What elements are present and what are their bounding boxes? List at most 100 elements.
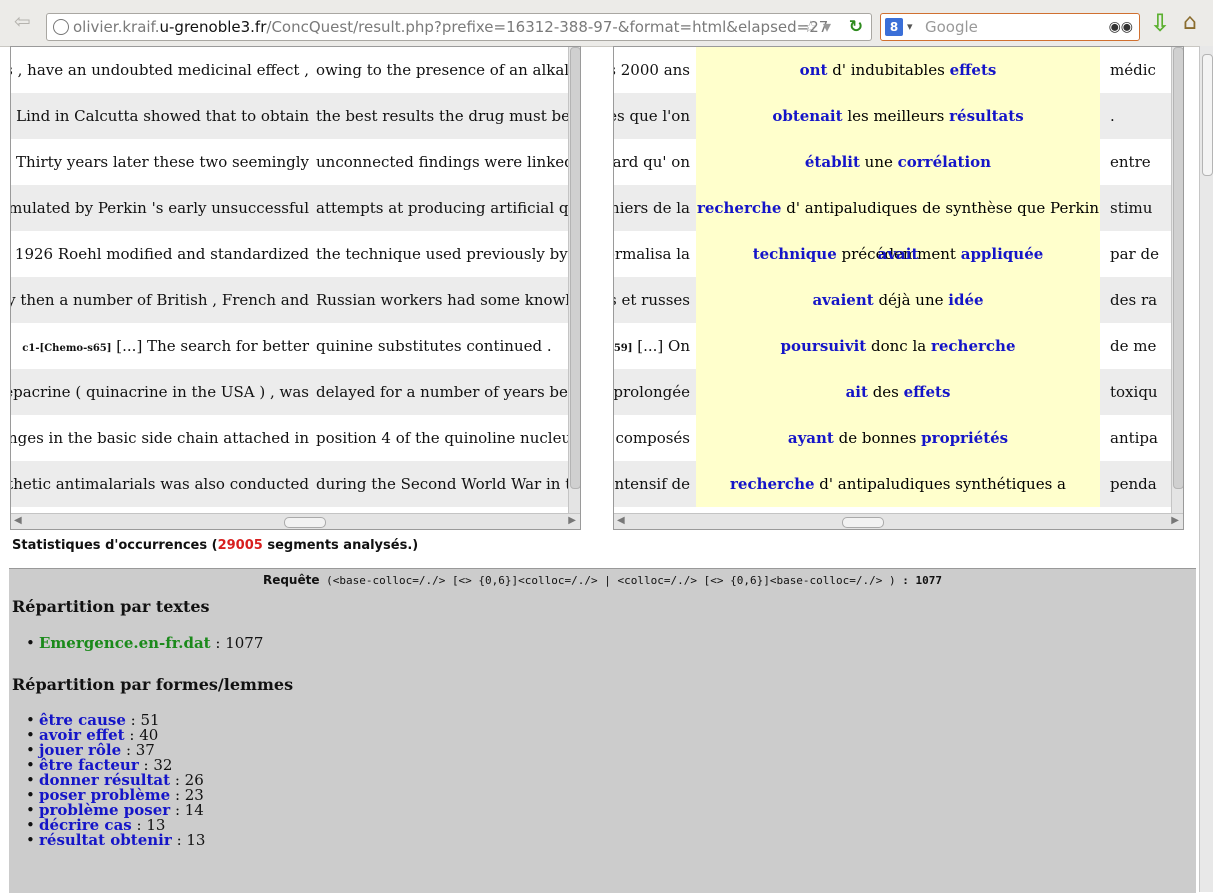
reload-icon[interactable]: ↻ xyxy=(849,14,863,40)
right-context: penda xyxy=(1110,475,1157,493)
page-scroll-thumb[interactable] xyxy=(1202,54,1213,176)
site-identity-icon[interactable] xyxy=(53,19,69,35)
left-context-text: d in 1926 Roehl modified and standardize… xyxy=(10,245,309,263)
segment-ref-link[interactable]: c1-[Chemo-s65] xyxy=(22,343,111,354)
scroll-right-arrow-icon[interactable]: ▶ xyxy=(568,515,576,526)
source-concordance-pane[interactable]: synthetic antimalarials was also conduct… xyxy=(10,46,581,530)
left-context: es que l'on xyxy=(614,93,690,139)
collocation-keyword[interactable]: technique xyxy=(753,245,837,263)
collocation-keyword[interactable]: effets xyxy=(904,383,951,401)
url-bar[interactable]: olivier.kraif.u-grenoble3.fr/ConcQuest/r… xyxy=(46,13,872,41)
collocation-keyword[interactable]: poursuivit xyxy=(781,337,867,355)
left-context: composés xyxy=(614,415,690,461)
search-bar[interactable]: 8 ▾ Google ◉◉ xyxy=(880,13,1140,41)
collocation-keyword[interactable]: ont xyxy=(800,61,828,79)
collocation-keyword[interactable]: propriétés xyxy=(921,429,1008,447)
left-context-text: s stimulated by Perkin 's early unsucces… xyxy=(10,199,309,217)
right-pane-vertical-thumb[interactable] xyxy=(1173,47,1183,489)
binoculars-icon[interactable]: ◉◉ xyxy=(1109,14,1133,40)
left-context: s 2000 ans xyxy=(614,47,690,93)
right-context: toxiqu xyxy=(1110,383,1158,401)
bookmark-star-icon[interactable]: ☆ ▾ xyxy=(804,14,831,40)
right-context: stimu xyxy=(1110,199,1153,217)
collocation-keyword[interactable]: ait xyxy=(846,383,868,401)
stats-title: Statistiques d'occurrences (29005 segmen… xyxy=(12,538,419,553)
collocation-keyword[interactable]: obtenait xyxy=(772,107,842,125)
collocation-keyword[interactable]: avaient xyxy=(812,291,873,309)
form-link[interactable]: résultat obtenir xyxy=(39,831,172,849)
engine-dropdown-icon[interactable]: ▾ xyxy=(907,14,913,40)
right-context: des ra xyxy=(1110,291,1158,309)
segment-ref-link[interactable]: 59] xyxy=(614,343,632,354)
collocation-keyword[interactable]: idée xyxy=(948,291,983,309)
left-context: years , have an undoubted medicinal effe… xyxy=(11,47,309,93)
scroll-left-arrow-icon[interactable]: ◀ xyxy=(617,515,625,526)
left-context: is et russes xyxy=(614,277,690,323)
scroll-right-arrow-icon[interactable]: ▶ xyxy=(1171,515,1179,526)
left-context-wrap: es que l'on xyxy=(614,93,690,139)
back-arrow-icon[interactable]: ⇦ xyxy=(14,10,36,32)
left-context-wrap: 59] [...] On xyxy=(614,323,690,372)
right-pane-vertical-scrollbar[interactable] xyxy=(1171,47,1183,513)
match-cell: poursuivit donc la recherche xyxy=(696,323,1100,369)
right-context: par de xyxy=(1110,245,1159,263)
concordance-row: mes Lind in Calcutta showed that to obta… xyxy=(11,93,580,139)
text-link[interactable]: Emergence.en-fr.dat xyxy=(39,634,211,652)
collocation-keyword[interactable]: effets xyxy=(950,61,997,79)
left-pane-vertical-thumb[interactable] xyxy=(570,47,580,489)
left-context-wrap: c1-[Chemo-s65] [...] The search for bett… xyxy=(22,323,309,372)
collocation-keyword[interactable]: ayant xyxy=(788,429,834,447)
left-context-text: ut by then a number of British , French … xyxy=(10,291,309,309)
right-context: Russian workers had some knowledge xyxy=(316,291,581,309)
text-item: Emergence.en-fr.dat : 1077 xyxy=(19,634,264,652)
match-text: de bonnes xyxy=(833,429,922,447)
left-context-text: changes in the basic side chain attached… xyxy=(10,429,309,447)
right-pane-horizontal-scrollbar[interactable]: ◀ ▶ xyxy=(614,513,1183,529)
right-context: quinine substitutes continued . xyxy=(316,337,552,355)
collocation-keyword[interactable]: corrélation xyxy=(898,153,991,171)
left-context: mes Lind in Calcutta showed that to obta… xyxy=(11,93,309,139)
collocation-keyword[interactable]: recherche xyxy=(730,475,815,493)
collocation-keyword[interactable]: recherche xyxy=(697,199,782,217)
right-pane-horizontal-thumb[interactable] xyxy=(842,517,884,528)
target-concordance-pane[interactable]: intensif de recherche d' antipaludiques s… xyxy=(613,46,1184,530)
download-icon[interactable]: ⇩ xyxy=(1150,10,1170,36)
left-context-wrap: s 2000 ans xyxy=(613,47,690,93)
collocation-keyword[interactable]: résultats xyxy=(949,107,1024,125)
right-context: . xyxy=(1110,107,1115,125)
concordance-row: s 2000 ans ont d' indubitables effets médi… xyxy=(614,47,1183,93)
collocation-keyword[interactable]: établit xyxy=(805,153,860,171)
form-count: : 13 xyxy=(176,831,206,849)
form-list: être cause : 51avoir effet : 40jouer rôl… xyxy=(19,713,206,849)
search-input[interactable]: Google xyxy=(925,14,978,40)
collocation-keyword[interactable]: avait xyxy=(878,245,919,263)
concordance-row: changes in the basic side chain attached… xyxy=(10,415,580,461)
concordance-row: years , have an undoubted medicinal effe… xyxy=(11,47,580,93)
right-context: the technique used previously by Fren xyxy=(316,245,581,263)
collocation-keyword[interactable]: recherche xyxy=(931,337,1016,355)
left-pane-horizontal-scrollbar[interactable]: ◀ ▶ xyxy=(11,513,580,529)
right-context: antipa xyxy=(1110,429,1158,447)
left-pane-horizontal-thumb[interactable] xyxy=(284,517,326,528)
match-cell: obtenait les meilleurs résultats xyxy=(696,93,1100,139)
left-context-text: s 2000 ans xyxy=(613,61,690,79)
home-icon[interactable]: ⌂ xyxy=(1183,10,1197,36)
google-engine-icon[interactable]: 8 xyxy=(885,18,903,36)
left-pane-vertical-scrollbar[interactable] xyxy=(568,47,580,513)
text-count: : 1077 xyxy=(210,634,264,652)
text-list: Emergence.en-fr.dat : 1077 xyxy=(19,634,264,652)
match-text: d' antipaludiques de synthèse que Perkin xyxy=(781,199,1100,217)
left-context-wrap: ormalisa la xyxy=(614,231,690,277)
match-cell: avaient déjà une idée xyxy=(696,277,1100,323)
collocation-keyword[interactable]: appliquée xyxy=(961,245,1044,263)
concordance-row: is et russes avaient déjà une idée des ra xyxy=(614,277,1183,323)
scroll-left-arrow-icon[interactable]: ◀ xyxy=(14,515,22,526)
left-context-text: [...] On xyxy=(637,337,690,355)
left-context-text: synthetic antimalarials was also conduct… xyxy=(10,475,309,493)
left-context-text: composés xyxy=(615,429,690,447)
page-vertical-scrollbar[interactable] xyxy=(1199,46,1213,892)
results-panel: Requête (<base-colloc=/./> [<> {0,6}]<co… xyxy=(9,568,1196,893)
match-cell: établit une corrélation xyxy=(696,139,1100,185)
left-context: prolongée xyxy=(614,369,690,415)
left-context-wrap: composés xyxy=(615,415,690,461)
